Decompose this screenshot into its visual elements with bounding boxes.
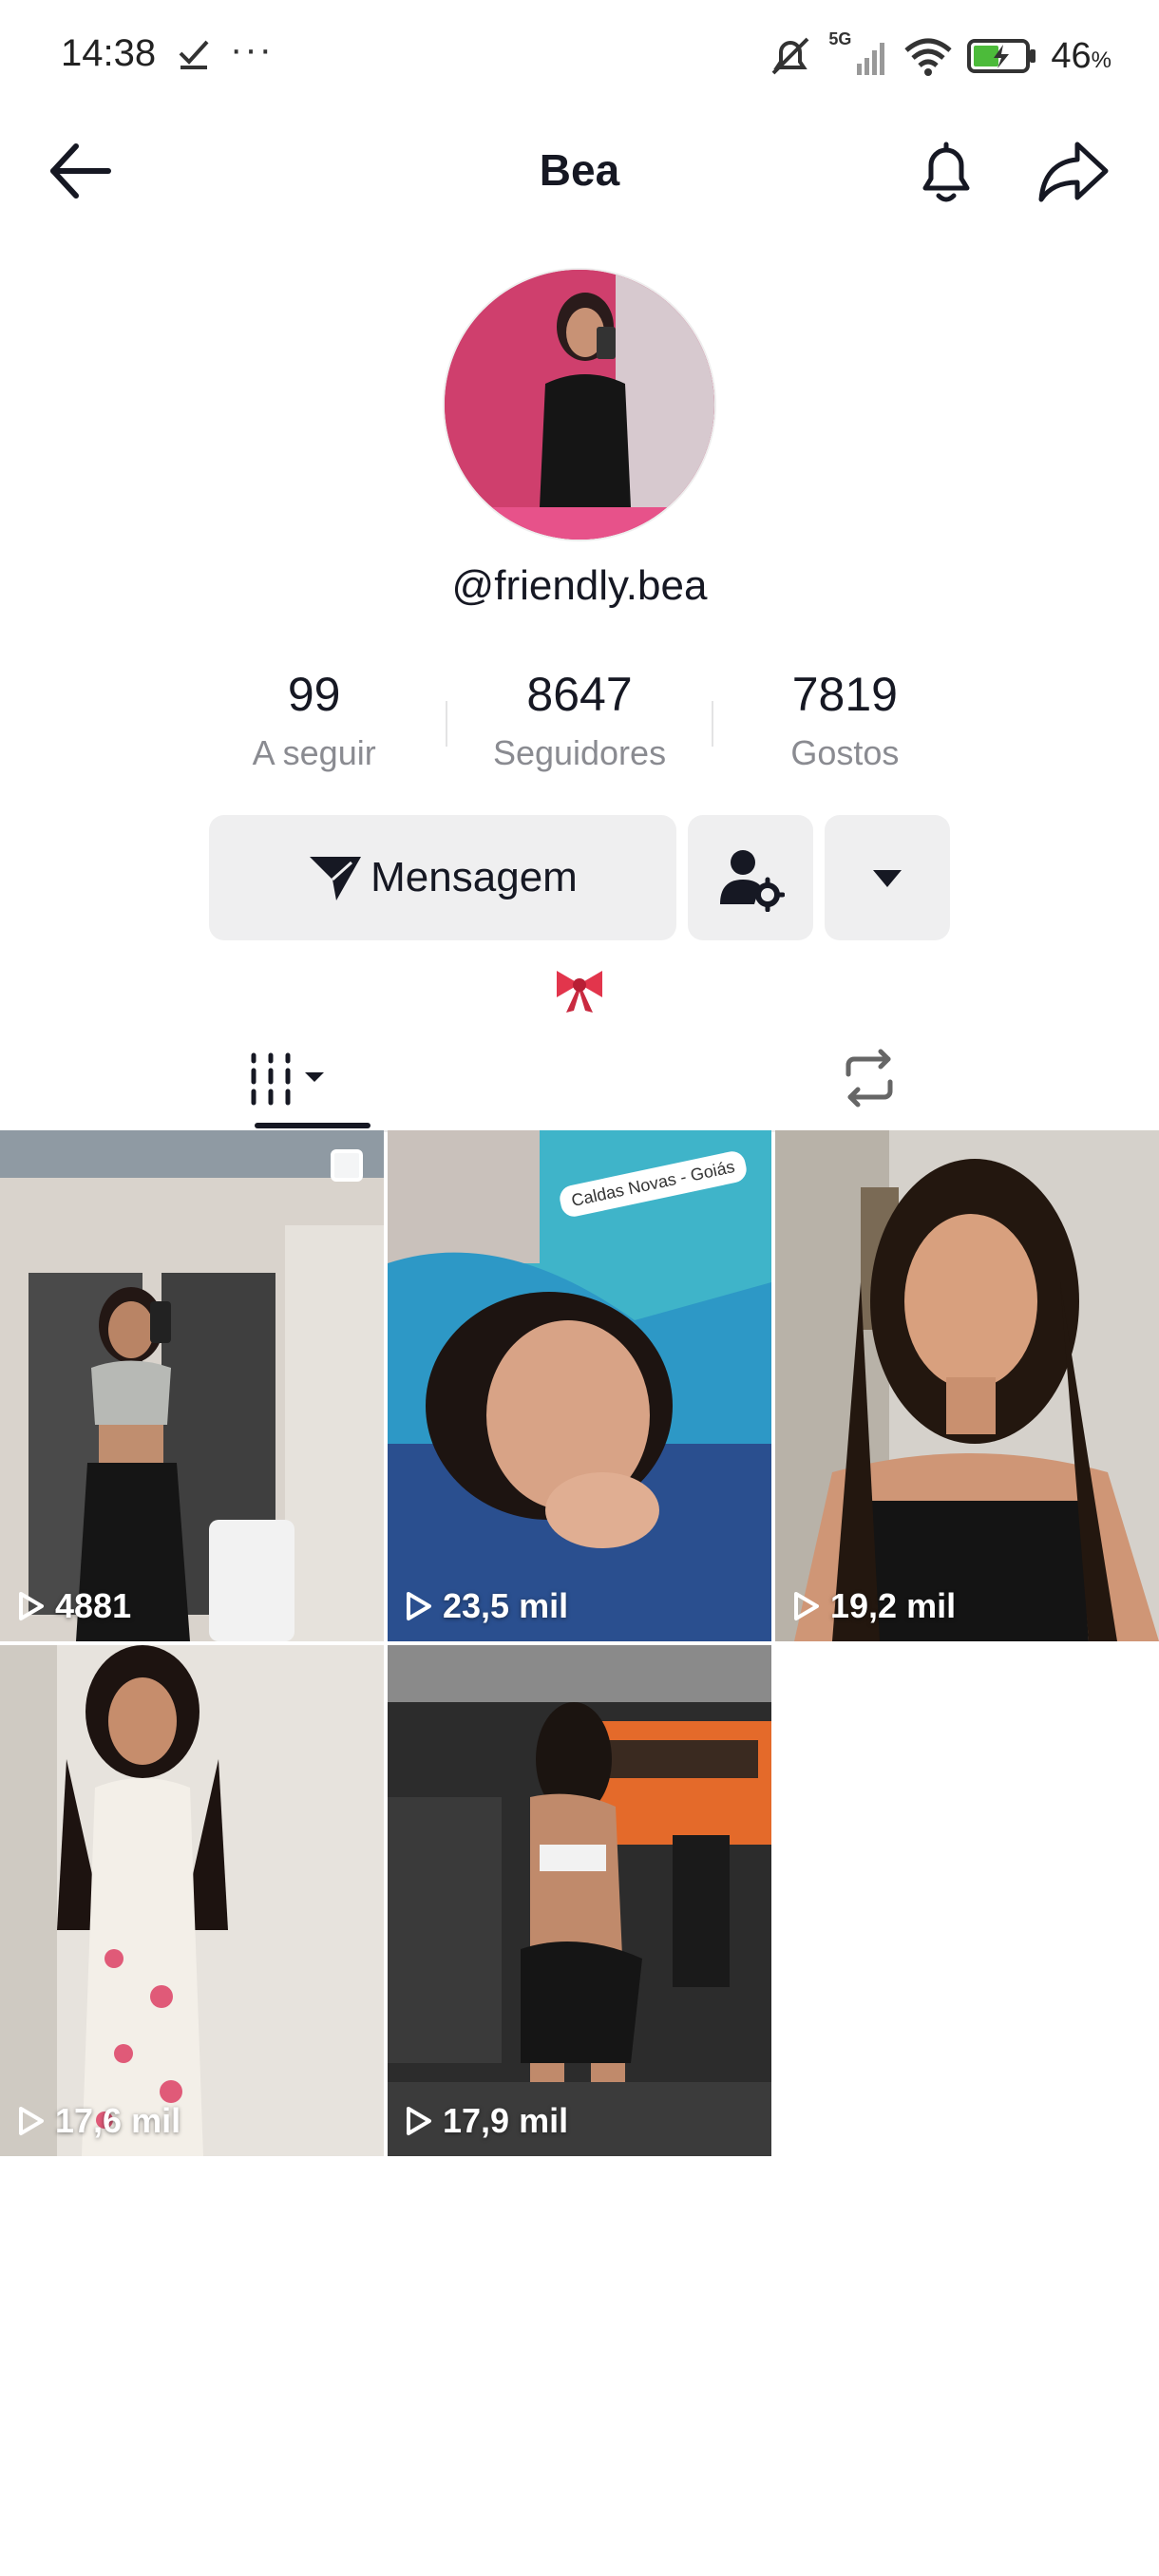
message-button-label: Mensagem — [370, 854, 578, 900]
stat-value: 8647 — [526, 668, 633, 721]
view-count: 4881 — [17, 1586, 131, 1626]
more-notifications-icon: ··· — [230, 28, 274, 70]
thumbnail-image — [0, 1130, 384, 1641]
cellular-signal-icon: 5G — [828, 29, 889, 77]
person-settings-icon — [720, 850, 785, 912]
avatar-image — [445, 270, 714, 540]
battery-percent: 46% — [1051, 35, 1112, 76]
wifi-icon — [904, 38, 953, 76]
friend-settings-button[interactable] — [688, 815, 813, 940]
thumbnail-image — [0, 1645, 384, 2156]
view-count: 23,5 mil — [405, 1586, 568, 1626]
view-count: 19,2 mil — [792, 1586, 956, 1626]
task-check-icon — [179, 40, 209, 69]
video-grid-icon — [251, 1052, 324, 1106]
profile-stats: 99 A seguir 8647 Seguidores 7819 Gostos — [182, 663, 977, 786]
stat-following[interactable]: 99 A seguir — [182, 663, 446, 786]
video-thumbnail[interactable]: 17,9 mil — [388, 1645, 771, 2156]
pinned-badge — [331, 1149, 363, 1182]
stat-label: Seguidores — [492, 733, 667, 772]
thumbnail-image — [775, 1130, 1159, 1641]
more-options-button[interactable] — [825, 815, 950, 940]
stat-followers[interactable]: 8647 Seguidores — [447, 663, 711, 786]
content-tabs — [0, 1026, 1159, 1132]
tab-reposts[interactable] — [580, 1026, 1159, 1130]
profile-username: @friendly.bea — [451, 562, 708, 609]
play-icon — [19, 2107, 44, 2135]
bow-emoji-icon — [557, 971, 602, 1013]
top-navigation: Bea — [0, 114, 1159, 228]
stat-label: Gostos — [790, 733, 900, 772]
thumbnail-image — [388, 1645, 771, 2156]
play-icon — [407, 2107, 431, 2135]
notification-bell-icon[interactable] — [910, 135, 982, 207]
repost-icon — [846, 1049, 893, 1108]
video-thumbnail[interactable]: Caldas Novas - Goiás 23,5 mil — [388, 1130, 771, 1641]
share-arrow-icon[interactable] — [1036, 137, 1112, 205]
play-icon — [794, 1592, 819, 1620]
video-thumbnail[interactable]: 17,6 mil — [0, 1645, 384, 2156]
battery-charging-icon — [967, 39, 1036, 73]
stat-value: 99 — [287, 668, 341, 721]
tab-videos[interactable] — [0, 1026, 580, 1130]
status-icons: 5G 46% — [766, 29, 1112, 80]
status-time: 14:38 — [61, 32, 157, 74]
vibrate-off-icon — [771, 37, 809, 75]
view-count: 17,9 mil — [405, 2101, 568, 2141]
send-message-icon — [310, 857, 362, 900]
triangle-down-icon — [873, 870, 902, 887]
stat-value: 7819 — [791, 668, 898, 721]
video-thumbnail[interactable]: 4881 — [0, 1130, 384, 1641]
avatar[interactable] — [443, 268, 716, 541]
status-bar: 14:38 ··· 5G 46% — [0, 0, 1159, 114]
message-button[interactable]: Mensagem — [209, 815, 676, 940]
play-icon — [19, 1592, 44, 1620]
stat-label: A seguir — [252, 733, 376, 772]
video-thumbnail[interactable]: 19,2 mil — [775, 1130, 1159, 1641]
page-title: Bea — [539, 145, 620, 195]
active-tab-indicator — [255, 1123, 370, 1128]
view-count: 17,6 mil — [17, 2101, 180, 2141]
stat-likes[interactable]: 7819 Gostos — [713, 663, 977, 786]
play-icon — [407, 1592, 431, 1620]
